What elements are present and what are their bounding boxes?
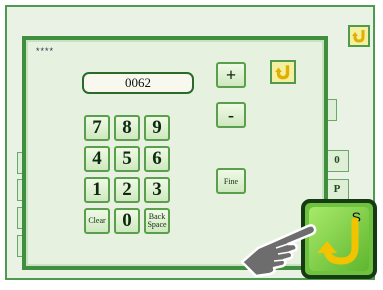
key-0[interactable]: 0 [114, 208, 140, 234]
key-2[interactable]: 2 [114, 177, 140, 203]
return-arrow-icon [317, 217, 359, 265]
set-return-face: S [309, 207, 369, 271]
key-7[interactable]: 7 [84, 115, 110, 141]
key-9[interactable]: 9 [144, 115, 170, 141]
clear-button[interactable]: Clear [84, 208, 110, 234]
key-8[interactable]: 8 [114, 115, 140, 141]
fine-button[interactable]: Fine [216, 168, 246, 194]
return-arrow-icon [275, 65, 290, 80]
plus-button[interactable]: + [216, 62, 246, 88]
value-display: 0062 [82, 72, 194, 94]
key-4[interactable]: 4 [84, 146, 110, 172]
bg-right-tab-3[interactable]: P [325, 179, 349, 201]
top-right-return-button[interactable] [348, 25, 370, 47]
key-6[interactable]: 6 [144, 146, 170, 172]
minus-button[interactable]: - [216, 102, 246, 128]
masked-label: **** [36, 46, 55, 56]
back-space-button[interactable]: Back Space [144, 208, 170, 234]
bg-right-tab-2[interactable]: 0 [325, 150, 349, 172]
key-3[interactable]: 3 [144, 177, 170, 203]
return-arrow-icon [352, 30, 365, 43]
dialog-return-button[interactable] [270, 60, 296, 84]
key-1[interactable]: 1 [84, 177, 110, 203]
key-5[interactable]: 5 [114, 146, 140, 172]
pointing-hand-icon [240, 224, 317, 278]
